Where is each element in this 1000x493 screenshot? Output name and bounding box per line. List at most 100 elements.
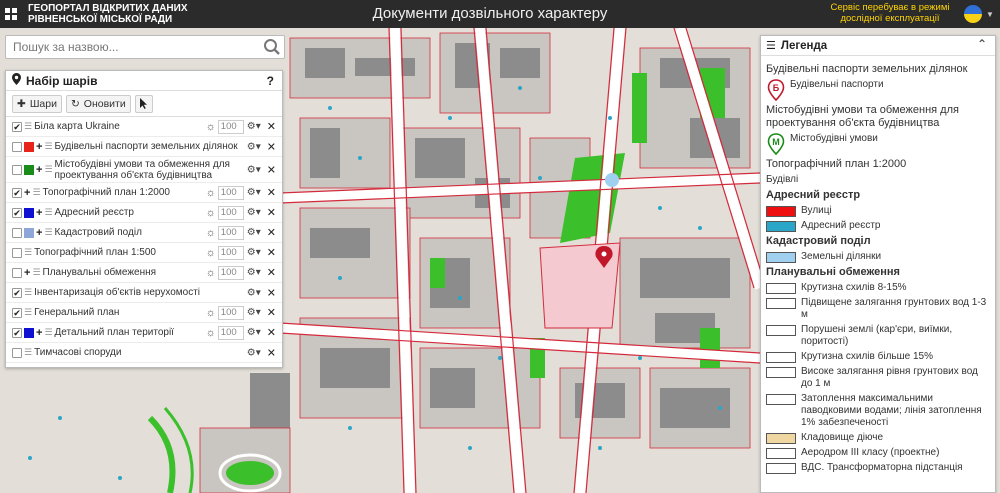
expand-plus-icon[interactable]: + [24, 187, 30, 199]
drag-handle-icon[interactable]: ☰ [44, 164, 52, 175]
expand-plus-icon[interactable]: + [36, 164, 42, 176]
drag-handle-icon[interactable]: ☰ [24, 247, 32, 258]
legend-item-label: Підвищене залягання грунтових вод 1-3 м [801, 297, 987, 320]
layer-row[interactable]: ✔ + ☰ Адресний реєстр ☼ 100 ⚙▾ ✕ [6, 203, 282, 223]
brightness-icon[interactable]: ☼ [206, 327, 216, 339]
language-caret-icon[interactable]: ▼ [986, 10, 994, 19]
close-icon[interactable]: ✕ [267, 326, 276, 339]
drag-handle-icon[interactable]: ☰ [32, 267, 40, 278]
expand-plus-icon[interactable]: + [36, 141, 42, 153]
org-name[interactable]: Геопортал відкритих даних Рівненської мі… [28, 3, 228, 25]
layer-row[interactable]: + ☰ Містобудівні умови та обмеження для пр… [6, 157, 282, 183]
layer-checkbox[interactable]: ✔ [12, 207, 22, 218]
expand-plus-icon[interactable]: + [36, 227, 42, 239]
layer-row[interactable]: ☰ Топографічний план 1:500 ☼ 100 ⚙▾ ✕ [6, 243, 282, 263]
apps-grid-icon[interactable] [0, 0, 22, 28]
gear-icon[interactable]: ⚙▾ [247, 164, 261, 175]
pointer-tool-button[interactable] [134, 94, 153, 113]
gear-icon[interactable]: ⚙▾ [247, 247, 261, 258]
layer-row[interactable]: + ☰ Планувальні обмеження ☼ 100 ⚙▾ ✕ [6, 263, 282, 283]
brightness-icon[interactable]: ☼ [206, 187, 216, 199]
opacity-input[interactable]: 100 [217, 119, 244, 134]
legend-header[interactable]: ☰ Легенда ⌃ [761, 36, 995, 56]
layer-row[interactable]: + ☰ Кадастровий поділ ☼ 100 ⚙▾ ✕ [6, 223, 282, 243]
brightness-icon[interactable]: ☼ [206, 227, 216, 239]
refresh-button[interactable]: ↻ Оновити [65, 94, 131, 113]
opacity-input[interactable]: 100 [217, 185, 244, 200]
gear-icon[interactable]: ⚙▾ [247, 207, 261, 218]
close-icon[interactable]: ✕ [267, 120, 276, 133]
drag-handle-icon[interactable]: ☰ [44, 141, 52, 152]
layer-checkbox[interactable] [12, 247, 22, 258]
opacity-input[interactable]: 100 [217, 265, 244, 280]
brightness-icon[interactable]: ☼ [206, 247, 216, 259]
layer-checkbox[interactable] [12, 141, 22, 152]
layer-row[interactable]: ✔ + ☰ Топографічний план 1:2000 ☼ 100 ⚙▾ ✕ [6, 183, 282, 203]
drag-handle-icon[interactable]: ☰ [24, 307, 32, 318]
help-button[interactable]: ? [267, 74, 274, 88]
close-icon[interactable]: ✕ [267, 286, 276, 299]
layer-checkbox[interactable]: ✔ [12, 121, 22, 132]
language-flag-icon[interactable] [964, 5, 982, 23]
layer-row[interactable]: ☰ Тимчасові споруди ⚙▾ ✕ [6, 343, 282, 363]
brightness-icon[interactable]: ☼ [206, 121, 216, 133]
layer-checkbox[interactable]: ✔ [12, 327, 22, 338]
drag-handle-icon[interactable]: ☰ [32, 187, 40, 198]
gear-icon[interactable]: ⚙▾ [247, 187, 261, 198]
layer-checkbox[interactable] [12, 227, 22, 238]
expand-plus-icon[interactable]: + [24, 267, 30, 279]
close-icon[interactable]: ✕ [267, 163, 276, 176]
conditions-marker-icon: М [766, 133, 786, 155]
drag-handle-icon[interactable]: ☰ [24, 287, 32, 298]
gear-icon[interactable]: ⚙▾ [247, 307, 261, 318]
expand-plus-icon[interactable]: + [36, 327, 42, 339]
brightness-icon[interactable]: ☼ [206, 207, 216, 219]
expand-plus-icon[interactable]: + [36, 207, 42, 219]
close-icon[interactable]: ✕ [267, 306, 276, 319]
opacity-input[interactable]: 100 [217, 205, 244, 220]
layer-row[interactable]: ✔ ☰ Генеральний план ☼ 100 ⚙▾ ✕ [6, 303, 282, 323]
close-icon[interactable]: ✕ [267, 346, 276, 359]
gear-icon[interactable]: ⚙▾ [247, 141, 261, 152]
opacity-input[interactable]: 100 [217, 225, 244, 240]
layer-checkbox[interactable] [12, 347, 22, 358]
opacity-input[interactable]: 100 [217, 325, 244, 340]
close-icon[interactable]: ✕ [267, 186, 276, 199]
layer-row[interactable]: ✔ ☰ Інвентаризація об'єктів нерухомості ⚙▾ ✕ [6, 283, 282, 303]
brightness-icon[interactable]: ☼ [206, 307, 216, 319]
search-input[interactable] [6, 36, 256, 58]
gear-icon[interactable]: ⚙▾ [247, 347, 261, 358]
layer-checkbox[interactable] [12, 267, 22, 278]
gear-icon[interactable]: ⚙▾ [247, 327, 261, 338]
legend-item-label: Крутизна схилів 8-15% [801, 282, 907, 293]
chevron-up-icon[interactable]: ⌃ [977, 37, 987, 51]
opacity-input[interactable]: 100 [217, 305, 244, 320]
gear-icon[interactable]: ⚙▾ [247, 267, 261, 278]
brightness-icon[interactable]: ☼ [206, 267, 216, 279]
layers-button[interactable]: ✚ Шари [12, 94, 62, 113]
drag-handle-icon[interactable]: ☰ [44, 207, 52, 218]
drag-handle-icon[interactable]: ☰ [44, 327, 52, 338]
drag-handle-icon[interactable]: ☰ [24, 121, 32, 132]
opacity-input[interactable]: 100 [217, 245, 244, 260]
layer-checkbox[interactable]: ✔ [12, 307, 22, 318]
close-icon[interactable]: ✕ [267, 226, 276, 239]
layer-row[interactable]: ✔ ☰ Біла карта Ukraine ☼ 100 ⚙▾ ✕ [6, 117, 282, 137]
layer-row[interactable]: + ☰ Будівельні паспорти земельних ділянок ⚙… [6, 137, 282, 157]
close-icon[interactable]: ✕ [267, 206, 276, 219]
layer-checkbox[interactable]: ✔ [12, 187, 22, 198]
drag-handle-icon[interactable]: ☰ [44, 227, 52, 238]
gear-icon[interactable]: ⚙▾ [247, 227, 261, 238]
legend-item: Високе залягання рівня грунтових вод до … [766, 366, 990, 390]
close-icon[interactable]: ✕ [267, 140, 276, 153]
close-icon[interactable]: ✕ [267, 246, 276, 259]
layer-checkbox[interactable] [12, 164, 22, 175]
search-box [5, 35, 285, 59]
gear-icon[interactable]: ⚙▾ [247, 287, 261, 298]
layer-checkbox[interactable]: ✔ [12, 287, 22, 298]
gear-icon[interactable]: ⚙▾ [247, 121, 261, 132]
layer-row[interactable]: ✔ + ☰ Детальний план території ☼ 100 ⚙▾ ✕ [6, 323, 282, 343]
search-icon[interactable] [263, 38, 281, 59]
close-icon[interactable]: ✕ [267, 266, 276, 279]
drag-handle-icon[interactable]: ☰ [24, 347, 32, 358]
